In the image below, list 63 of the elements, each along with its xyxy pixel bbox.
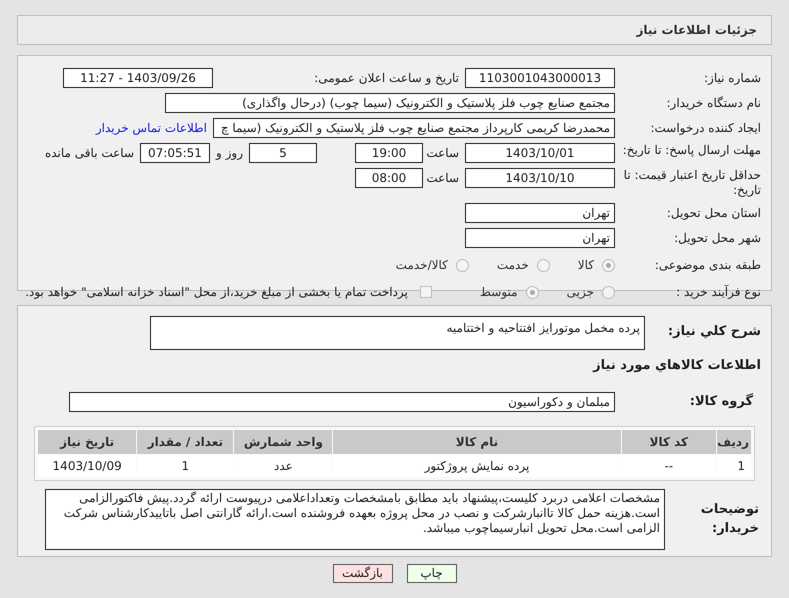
radio-button[interactable] <box>526 286 539 298</box>
field-label: نوع فرآیند خرید : <box>675 284 761 301</box>
table-cell: پرده نمایش پروژکتور <box>333 454 621 476</box>
input-field[interactable]: 19:00 <box>355 143 423 163</box>
column-header: نام کالا <box>333 430 621 454</box>
table-cell: 1 <box>717 454 751 476</box>
input-field[interactable]: 1403/10/01 <box>465 143 615 163</box>
option-label: متوسط <box>480 284 518 301</box>
text-area-value: پرده مخمل موتورایز افتتاحیه و اختتامیه <box>446 321 640 335</box>
input-field[interactable]: تهران <box>465 203 615 223</box>
field-label: توضیحات خریدار: <box>700 500 760 538</box>
field-label: شماره نیاز: <box>703 70 761 87</box>
field-label: نام دستگاه خریدار: <box>666 95 761 112</box>
input-field[interactable]: 07:05:51 <box>140 143 210 163</box>
text-area[interactable]: پرده مخمل موتورایز افتتاحیه و اختتامیه <box>150 316 645 350</box>
table-cell: 1403/10/09 <box>38 454 136 476</box>
column-header: تاریخ نیاز <box>38 430 136 454</box>
field-label: استان محل تحویل: <box>666 205 761 222</box>
field-label: ایجاد کننده درخواست: <box>649 120 761 137</box>
table-cell: عدد <box>234 454 332 476</box>
input-field[interactable]: 1403/10/10 <box>465 168 615 188</box>
field-label: شرح کلي نياز: <box>666 323 761 341</box>
input-field[interactable]: مبلمان و دکوراسیون <box>69 392 615 412</box>
input-field[interactable]: مجتمع صنایع چوب فلز پلاستیک و الکترونیک (سیما چوب) (درحال واگذاری) <box>165 93 615 113</box>
field-label: شهر محل تحویل: <box>673 230 761 247</box>
table-cell: -- <box>622 454 716 476</box>
payment-note: پرداخت تمام یا بخشی از مبلغ خرید،از محل "اسناد خزانه اسلامی" خواهد بود. <box>25 284 408 301</box>
input-field[interactable]: 1403/09/26 - 11:27 <box>63 68 213 88</box>
column-header: واحد شمارش <box>234 430 332 454</box>
column-header: ردیف <box>717 430 751 454</box>
option-label: کالا <box>578 257 594 274</box>
option-label: جزیی <box>566 284 594 301</box>
option-label: کالا/خدمت <box>396 257 448 274</box>
contact-link[interactable]: اطلاعات تماس خریدار <box>96 119 207 137</box>
input-field[interactable]: محمدرضا کریمی کارپرداز مجتمع صنایع چوب فلز پلاستیک و الکترونیک (سیما چ <box>213 118 615 138</box>
option-label: خدمت <box>496 257 529 274</box>
field-label: ساعت <box>429 170 459 187</box>
field-label: ساعت باقی مانده <box>44 145 134 162</box>
print-button[interactable]: چاپ <box>406 564 456 583</box>
text-area-value: مشخصات اعلامی دربرد کلیست،پیشنهاد باید مطابق بامشخصات وتعداداعلامی درپیوست ارائه گردد.پیش فاکتورالزامی است.هزینه حمل کالا تاانبارشرکت و نصب در محل پروژه بعهده فروشنده است.ارائه گارانتی اصل باتاییدکارشناس شرکت الزامی است.محل تحویل انبارسیماچوب میباشد. <box>64 490 660 534</box>
table-cell: 1 <box>137 454 234 476</box>
column-header: تعداد / مقدار <box>137 430 234 454</box>
radio-button[interactable] <box>602 258 615 272</box>
back-button[interactable]: بازگشت <box>332 564 392 583</box>
page-title: جزئیات اطلاعات نیاز <box>636 22 757 39</box>
field-label: ساعت <box>429 145 459 162</box>
text-area[interactable] <box>45 488 665 550</box>
input-field[interactable]: 5 <box>249 143 317 163</box>
input-field[interactable]: تهران <box>465 228 615 248</box>
field-label: تاریخ و ساعت اعلان عمومی: <box>313 70 459 87</box>
radio-button[interactable] <box>536 258 550 272</box>
field-label: حداقل تاریخ اعتبار قیمت: تا تاریخ: <box>622 168 761 198</box>
radio-button[interactable] <box>456 258 469 272</box>
input-field[interactable]: 08:00 <box>355 168 423 188</box>
field-label: طبقه بندی موضوعی: <box>654 257 761 274</box>
field-label: گروه کالا: <box>688 392 754 411</box>
checkbox[interactable] <box>420 286 432 298</box>
field-label: روز و <box>216 145 243 162</box>
radio-button[interactable] <box>602 286 615 298</box>
column-header: کد کالا <box>622 430 716 454</box>
section-title: اطلاعات کالاهاي مورد نياز <box>592 357 761 375</box>
input-field[interactable]: 1103001043000013 <box>465 68 615 88</box>
field-label: مهلت ارسال پاسخ: تا تاریخ: <box>622 143 761 158</box>
